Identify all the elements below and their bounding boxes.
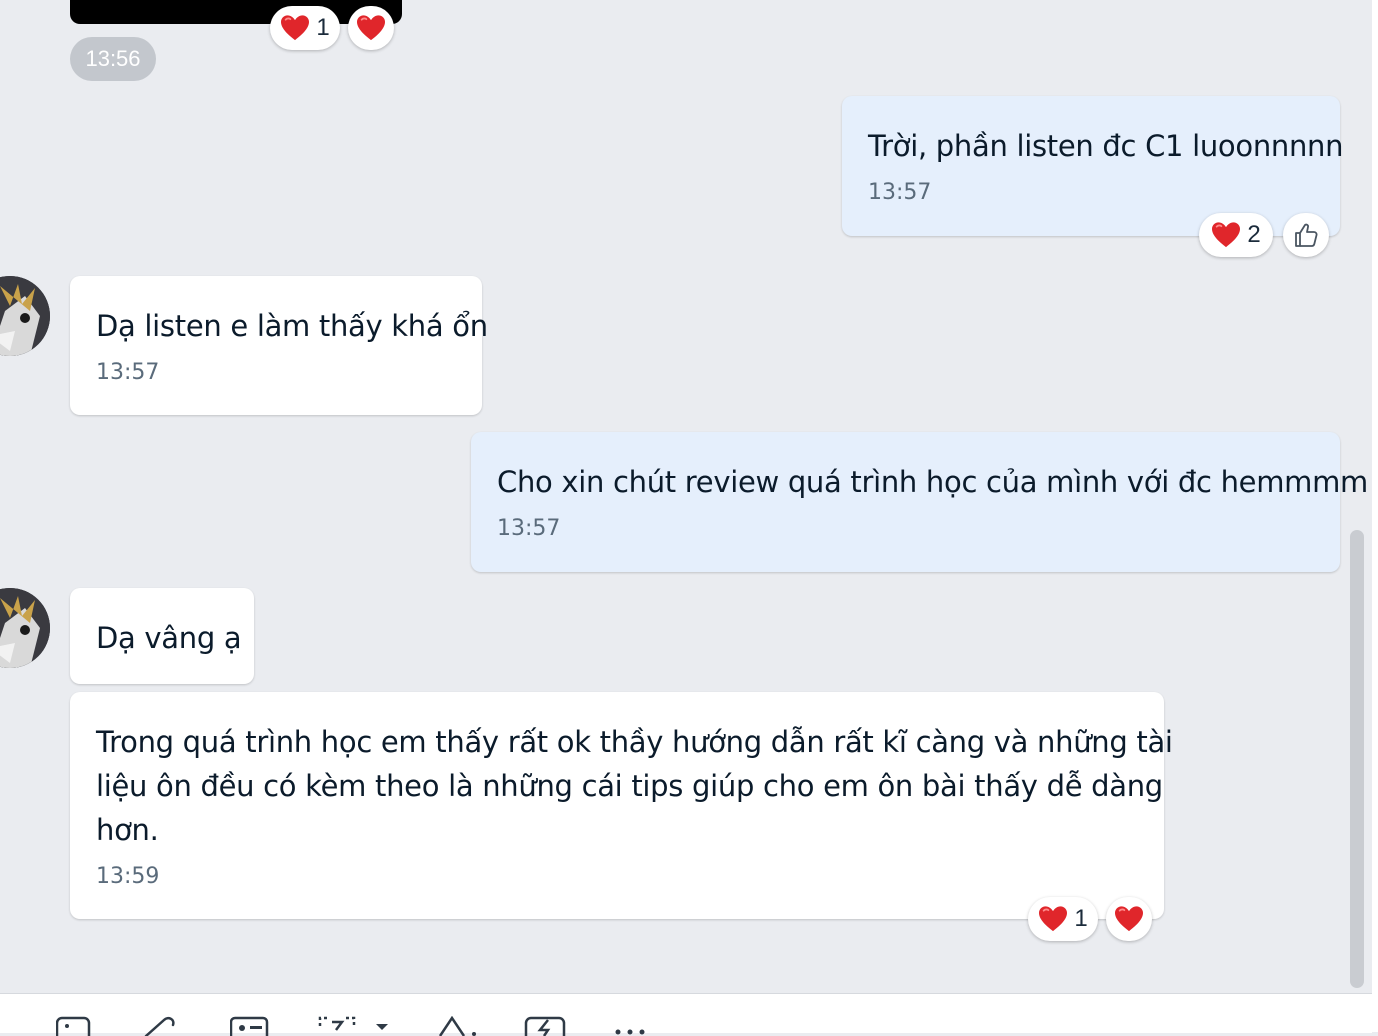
message-text: Trời, phần listen đc C1 luoonnnnn [868, 129, 1344, 163]
message-line: Trong quá trình học em thấy rất ok thầy … [96, 725, 1173, 759]
scrollbar-thumb[interactable] [1350, 530, 1364, 988]
message-text: Cho xin chút review quá trình học của mì… [497, 465, 1368, 499]
avatar-image [0, 588, 50, 668]
heart-icon [281, 15, 310, 41]
message-line: liệu ôn đều có kèm theo là những cái tip… [96, 769, 1163, 803]
menu-icon: ≡ [134, 0, 145, 1]
image-message-time: 13:56 [70, 37, 156, 81]
quick-message-icon[interactable] [524, 1016, 568, 1036]
sent-message[interactable]: Cho xin chút review quá trình học của mì… [471, 432, 1368, 572]
reaction-count: 2 [1247, 221, 1261, 248]
avatar[interactable] [0, 588, 50, 668]
message-time: 13:57 [868, 180, 932, 205]
avatar-image [0, 276, 50, 356]
attachment-icon[interactable] [142, 1016, 182, 1036]
window-edge [1372, 0, 1378, 1032]
more-icon[interactable] [612, 1016, 656, 1036]
heart-icon [357, 15, 385, 41]
reaction-heart-count[interactable]: 1 [270, 6, 340, 50]
received-message[interactable]: Dạ listen e làm thấy khá ổn 13:57 [70, 276, 488, 415]
add-heart-reaction-button[interactable] [348, 6, 394, 50]
message-line: hơn. [96, 813, 159, 847]
sent-message[interactable]: Trời, phần listen đc C1 luoonnnnn 13:57 [842, 96, 1344, 236]
add-heart-reaction-button[interactable] [1106, 897, 1152, 941]
message-time: 13:57 [497, 516, 561, 541]
avatar[interactable] [0, 276, 50, 356]
message-time: 13:57 [96, 360, 160, 385]
heart-icon [1212, 222, 1241, 248]
reaction-heart-count[interactable]: 2 [1199, 213, 1273, 257]
reaction-count: 1 [1074, 905, 1088, 932]
message-text: Dạ vâng ạ [96, 621, 242, 655]
message-text: Dạ listen e làm thấy khá ổn [96, 309, 488, 343]
like-reaction-button[interactable] [1283, 213, 1329, 257]
received-message[interactable]: Dạ vâng ạ [70, 588, 254, 684]
composer-toolbar [0, 993, 1372, 1036]
screenshot-icon[interactable] [318, 1016, 398, 1036]
received-message[interactable]: Trong quá trình học em thấy rất ok thầy … [70, 692, 1173, 919]
contact-card-icon[interactable] [230, 1016, 270, 1036]
message-time: 13:59 [96, 864, 160, 889]
text-format-icon[interactable] [436, 1016, 486, 1036]
heart-icon [1115, 906, 1143, 932]
home-circle-icon: ○ [230, 0, 241, 1]
reaction-count: 1 [316, 14, 330, 41]
sticker-icon[interactable] [56, 1016, 92, 1036]
reaction-heart-count[interactable]: 1 [1028, 897, 1098, 941]
heart-icon [1039, 906, 1068, 932]
thumbs-up-icon [1295, 223, 1318, 247]
